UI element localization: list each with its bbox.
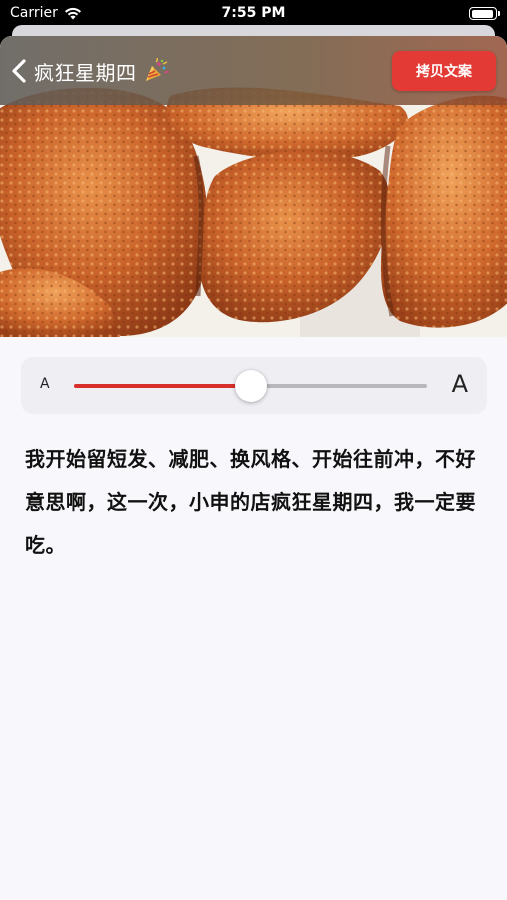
party-popper-icon (143, 57, 169, 84)
copy-text-paragraph: 我开始留短发、减肥、换风格、开始往前冲，不好意思啊，这一次，小申的店疯狂星期四，… (25, 447, 476, 557)
page-title: 疯狂星期四 (34, 57, 169, 86)
page-title-text: 疯狂星期四 (34, 61, 137, 85)
status-bar: Carrier 7:55 PM (0, 0, 507, 28)
slider-fill (74, 384, 251, 388)
font-size-max-label: A (451, 370, 468, 398)
modal-sheet: 疯狂星期四 拷贝文案 A A 我开始留短发、减肥、换风格、开始往前冲，不好意思啊… (0, 36, 507, 900)
status-time: 7:55 PM (221, 5, 286, 21)
copy-text-button[interactable]: 拷贝文案 (392, 51, 496, 91)
font-size-min-label: A (40, 376, 50, 392)
chevron-left-icon[interactable] (10, 58, 30, 84)
font-size-slider[interactable] (74, 370, 427, 402)
nav-bar: 疯狂星期四 拷贝文案 (0, 36, 507, 105)
font-size-slider-card: A A (21, 357, 487, 414)
battery-icon (469, 7, 500, 20)
slider-thumb[interactable] (234, 370, 267, 402)
